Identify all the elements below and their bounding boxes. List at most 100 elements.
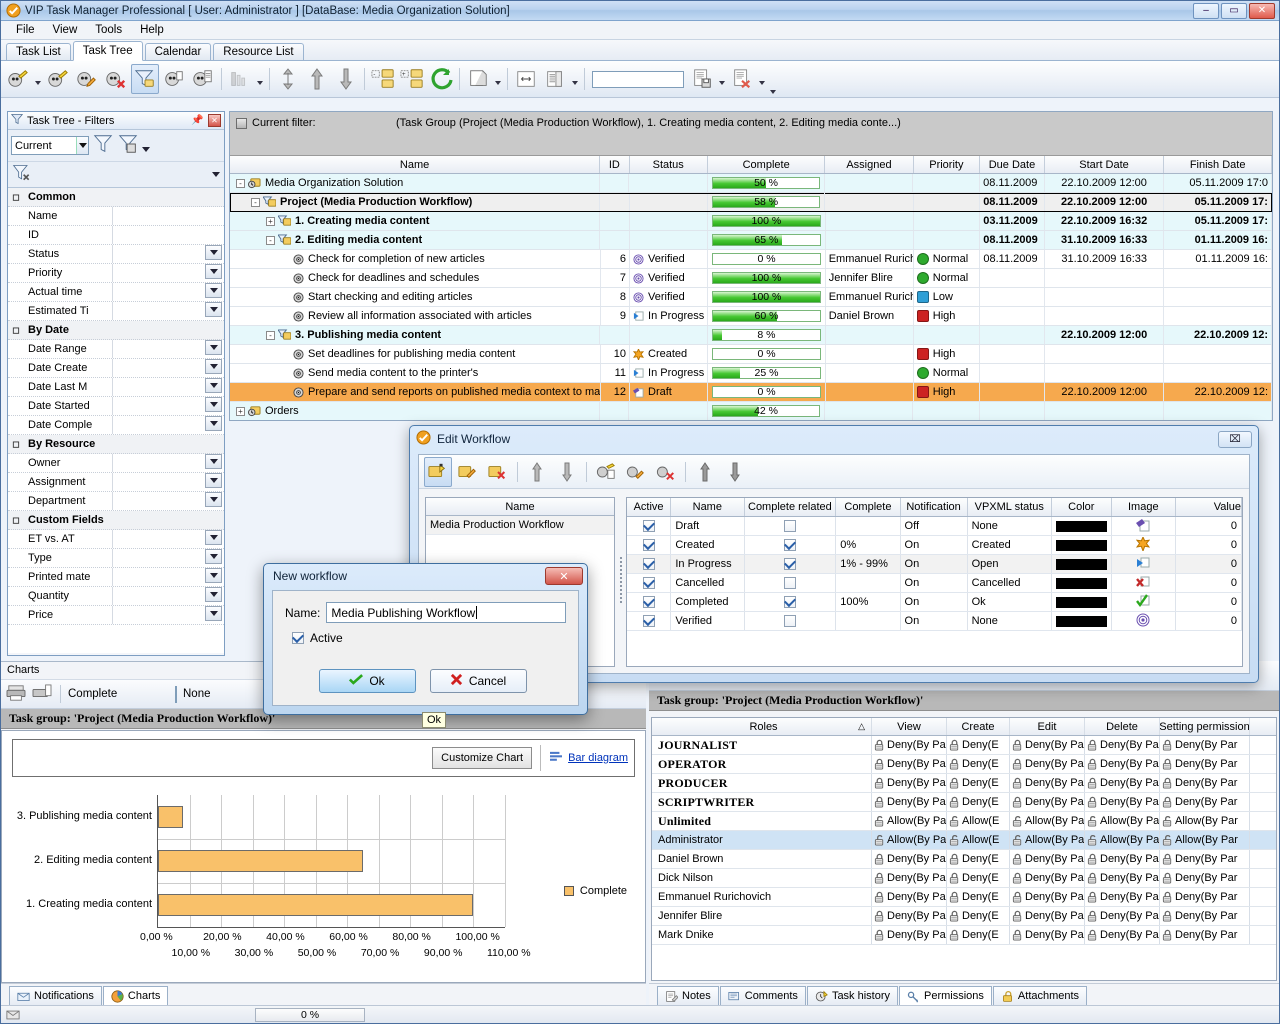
workflow-status-row[interactable]: VerifiedOnNone0	[627, 612, 1242, 631]
filter-row[interactable]: Printed mate	[8, 568, 224, 587]
ok-button[interactable]: Ok	[319, 669, 416, 693]
cell-permission[interactable]: Deny(By Par	[1160, 774, 1250, 792]
cell-permission[interactable]: Deny(By Par	[1085, 926, 1160, 944]
column-header-finish-date[interactable]: Finish Date	[1164, 156, 1272, 173]
cell-permission[interactable]: Allow(By Par	[872, 831, 947, 849]
chevron-down-icon[interactable]	[205, 359, 222, 374]
cell-permission[interactable]: Allow(By Par	[1160, 812, 1250, 830]
cancel-button[interactable]: Cancel	[430, 669, 527, 693]
cell-permission[interactable]: Deny(By Par	[1010, 755, 1085, 773]
complete-related-checkbox[interactable]	[784, 615, 796, 627]
filter-row[interactable]: Actual time	[8, 283, 224, 302]
column-header-priority[interactable]: Priority	[914, 156, 981, 173]
delete-task-button[interactable]	[102, 64, 130, 94]
column-header-notification[interactable]: Notification	[901, 498, 968, 516]
filter-preset-combo[interactable]: Current	[11, 136, 89, 155]
edit-task-button[interactable]	[73, 64, 101, 94]
column-header-image[interactable]: Image	[1112, 498, 1176, 516]
cell-name[interactable]: +Orders	[230, 402, 600, 420]
group-expander[interactable]: ◻	[8, 515, 24, 526]
filter-row-value[interactable]	[112, 359, 224, 377]
minimize-button[interactable]: –	[1193, 3, 1219, 19]
cell-permission[interactable]: Deny(By Par	[872, 888, 947, 906]
complete-related-checkbox[interactable]	[784, 596, 796, 608]
cell-permission[interactable]: Deny(By Par	[1010, 926, 1085, 944]
chevron-down-icon[interactable]	[205, 568, 222, 583]
cell-permission[interactable]: Deny(E	[947, 774, 1010, 792]
cell-permission[interactable]: Deny(By Par	[1010, 869, 1085, 887]
column-header-complete-related[interactable]: Complete related	[745, 498, 837, 516]
table-row[interactable]: +Orders42 %	[230, 402, 1272, 421]
active-checkbox[interactable]	[292, 632, 304, 644]
cell-permission[interactable]: Deny(By Par	[1085, 869, 1160, 887]
column-dropdown-arrow[interactable]	[570, 65, 580, 93]
cell-permission[interactable]: Allow(By Par	[1160, 831, 1250, 849]
move-down-button[interactable]	[332, 64, 360, 94]
chevron-down-icon[interactable]	[205, 473, 222, 488]
cell-permission[interactable]: Deny(By Par	[1160, 869, 1250, 887]
bar-diagram-link[interactable]: Bar diagram	[549, 751, 628, 766]
filter-row-value[interactable]	[112, 302, 224, 320]
cell-permission[interactable]: Deny(By Par	[1085, 888, 1160, 906]
filter-row[interactable]: Assignment	[8, 473, 224, 492]
table-row[interactable]: Check for deadlines and schedules7Verifi…	[230, 269, 1272, 288]
cell-permission[interactable]: Deny(By Par	[1010, 850, 1085, 868]
filter-save-dropdown-arrow[interactable]	[142, 147, 150, 152]
table-row[interactable]: +1. Creating media content100 %03.11.200…	[230, 212, 1272, 231]
workflow-list-item[interactable]: Media Production Workflow	[426, 516, 614, 535]
cell-permission[interactable]: Deny(By Par	[872, 869, 947, 887]
workflow-status-row[interactable]: DraftOffNone0	[627, 517, 1242, 536]
cell-permission[interactable]: Deny(By Par	[1010, 793, 1085, 811]
cell-permission[interactable]: Allow(By Par	[1085, 812, 1160, 830]
cell-name[interactable]: Set deadlines for publishing media conte…	[230, 345, 601, 363]
cell-permission[interactable]: Deny(E	[947, 736, 1010, 754]
filter-row-value[interactable]	[112, 606, 224, 624]
filter-row[interactable]: Date Create	[8, 359, 224, 378]
bottom-tab-task-history[interactable]: Task history	[807, 986, 898, 1005]
print-preview-chart-icon[interactable]	[31, 684, 53, 705]
bottom-tab-notes[interactable]: Notes	[657, 986, 719, 1005]
menu-file[interactable]: File	[7, 23, 44, 37]
move-up-button[interactable]	[303, 64, 331, 94]
cell-permission[interactable]: Allow(By Par	[1010, 812, 1085, 830]
chevron-down-icon[interactable]	[76, 137, 88, 154]
chevron-down-icon[interactable]	[205, 454, 222, 469]
filter-group-custom-fields[interactable]: ◻Custom Fields	[8, 511, 224, 530]
apply-filter-icon[interactable]	[92, 133, 114, 158]
filter-row[interactable]: ET vs. AT	[8, 530, 224, 549]
cell-name[interactable]: Prepare and send reports on published me…	[230, 383, 601, 401]
c-active[interactable]	[627, 574, 671, 592]
filter-row[interactable]: Type	[8, 549, 224, 568]
cell-permission[interactable]: Deny(By Par	[872, 926, 947, 944]
cell-permission[interactable]: Deny(By Par	[1085, 736, 1160, 754]
chart-metric-value[interactable]: Complete	[68, 688, 168, 700]
cell-name[interactable]: Start checking and editing articles	[230, 288, 601, 306]
status-move-up-button[interactable]	[691, 457, 719, 487]
save-filter-icon[interactable]	[117, 133, 139, 158]
group-expander[interactable]: ◻	[8, 439, 24, 450]
column-header-start-date[interactable]: Start Date	[1045, 156, 1164, 173]
cell-name[interactable]: -3. Publishing media content	[230, 326, 600, 344]
cell-permission[interactable]: Allow(By Par	[1085, 831, 1160, 849]
row-expander[interactable]: -	[266, 331, 275, 340]
cell-permission[interactable]: Deny(E	[947, 926, 1010, 944]
new-task-dropdown-arrow[interactable]	[33, 65, 43, 93]
column-header-setting-permission[interactable]: Setting permission	[1160, 718, 1250, 735]
column-header-create[interactable]: Create	[947, 718, 1010, 735]
new-status-button[interactable]	[592, 457, 620, 487]
column-header-due-date[interactable]: Due Date	[980, 156, 1045, 173]
cell-permission[interactable]: Deny(By Par	[1160, 755, 1250, 773]
chevron-down-icon[interactable]	[205, 397, 222, 412]
table-row[interactable]: Emmanuel RurichovichDeny(By ParDeny(EDen…	[652, 888, 1276, 907]
filter-row-value[interactable]	[112, 549, 224, 567]
column-header-status-name[interactable]: Name	[671, 498, 744, 516]
column-header-assigned[interactable]: Assigned	[825, 156, 913, 173]
filter-row[interactable]: Status	[8, 245, 224, 264]
cell-permission[interactable]: Deny(E	[947, 907, 1010, 925]
filter-row[interactable]: Date Comple	[8, 416, 224, 435]
delete-status-button[interactable]	[652, 457, 680, 487]
chevron-down-icon[interactable]	[205, 606, 222, 621]
cell-permission[interactable]: Deny(By Par	[1160, 850, 1250, 868]
filter-row[interactable]: Name	[8, 207, 224, 226]
tab-calendar[interactable]: Calendar	[145, 43, 212, 60]
